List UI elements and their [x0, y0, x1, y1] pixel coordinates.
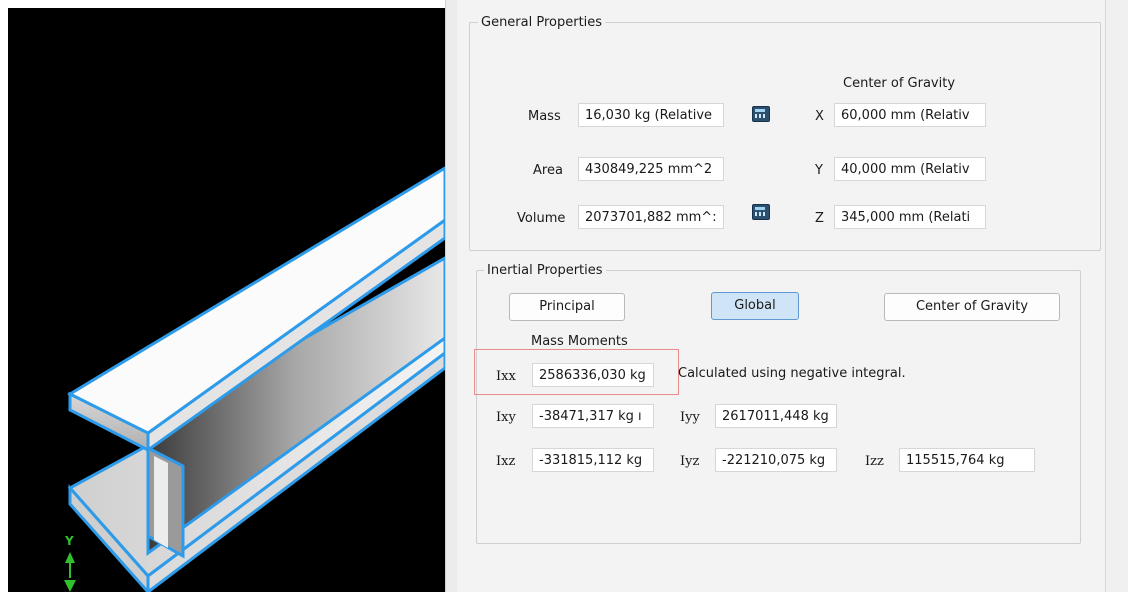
mass-field[interactable]: 16,030 kg (Relative — [578, 103, 724, 127]
right-scrollbar[interactable] — [1105, 0, 1128, 592]
area-label: Area — [533, 163, 563, 178]
mass-label: Mass — [528, 109, 561, 124]
center-of-gravity-button[interactable]: Center of Gravity — [884, 293, 1060, 321]
inertial-properties-legend: Inertial Properties — [484, 263, 606, 278]
ixx-field[interactable]: 2586336,030 kg — [532, 363, 654, 387]
mass-calculator-icon[interactable] — [752, 106, 770, 122]
ixz-field[interactable]: -331815,112 kg — [532, 448, 654, 472]
iyy-field[interactable]: 2617011,448 kg — [715, 404, 837, 428]
z-label: Z — [815, 211, 824, 226]
general-properties-legend: General Properties — [478, 15, 606, 30]
cog-header: Center of Gravity — [843, 76, 956, 91]
volume-calculator-icon[interactable] — [752, 204, 770, 220]
x-field[interactable]: 60,000 mm (Relativ — [834, 103, 986, 127]
negative-integral-note: Calculated using negative integral. — [678, 366, 906, 381]
y-field[interactable]: 40,000 mm (Relativ — [834, 157, 986, 181]
3d-viewport[interactable]: Y — [8, 8, 445, 592]
principal-button[interactable]: Principal — [509, 293, 625, 321]
global-button[interactable]: Global — [711, 292, 799, 320]
izz-field[interactable]: 115515,764 kg — [899, 448, 1035, 472]
volume-label: Volume — [517, 211, 566, 226]
mass-moments-label: Mass Moments — [531, 334, 628, 349]
x-label: X — [815, 109, 824, 124]
y-label: Y — [815, 163, 823, 178]
ixz-label: Ixz — [496, 454, 516, 469]
ixx-label: Ixx — [496, 369, 516, 384]
iyz-label: Iyz — [680, 454, 700, 469]
izz-label: Izz — [865, 454, 884, 469]
iyy-label: Iyy — [680, 410, 700, 425]
ixy-field[interactable]: -38471,317 kg ı — [532, 404, 654, 428]
z-field[interactable]: 345,000 mm (Relati — [834, 205, 986, 229]
ixy-label: Ixy — [496, 410, 516, 425]
iyz-field[interactable]: -221210,075 kg — [715, 448, 837, 472]
volume-field[interactable]: 2073701,882 mm^: — [578, 205, 724, 229]
i-beam-model — [64, 166, 445, 592]
axis-y-label: Y — [65, 534, 74, 548]
area-field[interactable]: 430849,225 mm^2 — [578, 157, 724, 181]
